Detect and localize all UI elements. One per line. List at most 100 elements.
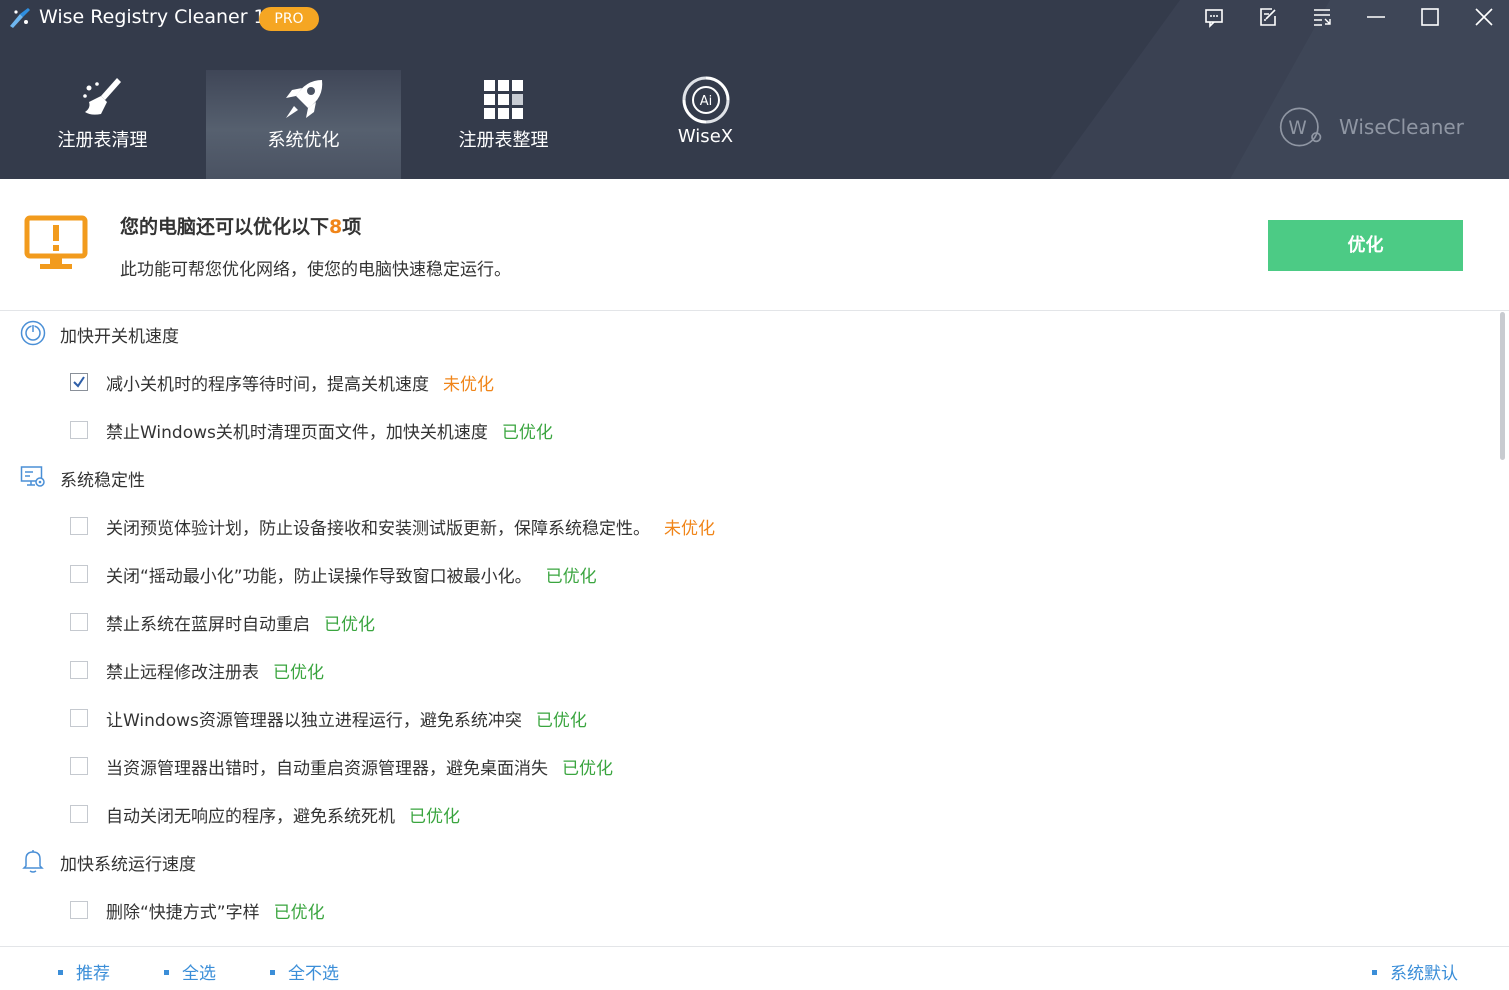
item-status: 已优化 <box>273 663 324 683</box>
item-label: 禁止系统在蓝屏时自动重启 已优化 <box>106 610 375 635</box>
monitor-warning-icon <box>24 215 88 269</box>
list-item: 减小关机时的程序等待时间，提高关机速度 未优化 <box>0 360 1497 404</box>
item-checkbox[interactable] <box>70 517 88 535</box>
group-header-startup: 加快开关机速度 <box>0 312 1497 356</box>
maximize-icon <box>1421 8 1439 26</box>
item-status: 未优化 <box>443 375 494 395</box>
item-label: 自动关闭无响应的程序，避免系统死机 已优化 <box>106 802 460 827</box>
bullet-icon <box>58 969 63 975</box>
select-none-link[interactable]: 全不选 <box>270 959 339 984</box>
system-default-link[interactable]: 系统默认 <box>1372 959 1458 984</box>
feedback-icon <box>1205 9 1223 28</box>
menu-icon <box>1314 9 1331 26</box>
item-label: 当资源管理器出错时，自动重启资源管理器，避免桌面消失 已优化 <box>106 754 613 779</box>
monitor-settings-icon <box>20 466 45 487</box>
list-item: 禁止Windows关机时清理页面文件，加快关机速度 已优化 <box>0 408 1497 452</box>
item-text: 禁止Windows关机时清理页面文件，加快关机速度 <box>106 423 488 443</box>
bullet-icon <box>164 969 169 975</box>
item-text: 减小关机时的程序等待时间，提高关机速度 <box>106 375 429 395</box>
optimization-summary: 您的电脑还可以优化以下8项 此功能可帮您优化网络，使您的电脑快速稳定运行。 优化 <box>0 179 1509 311</box>
list-item: 关闭预览体验计划，防止设备接收和安装测试版更新，保障系统稳定性。 未优化 <box>0 504 1497 548</box>
item-checkbox[interactable] <box>70 421 88 439</box>
item-label: 禁止Windows关机时清理页面文件，加快关机速度 已优化 <box>106 418 553 443</box>
item-checkbox[interactable] <box>70 709 88 727</box>
app-header: Wise Registry Cleaner 11 PRO 注册表清理 系统优化 … <box>0 0 1509 179</box>
checkmark-icon <box>73 376 85 388</box>
item-text: 关闭“摇动最小化”功能，防止误操作导致窗口被最小化。 <box>106 567 532 587</box>
list-item: 让Windows资源管理器以独立进程运行，避免系统冲突 已优化 <box>0 696 1497 740</box>
list-scrollbar[interactable] <box>1497 312 1509 946</box>
select-all-link[interactable]: 全选 <box>164 959 216 984</box>
rocket-icon <box>285 80 322 118</box>
feedback-button[interactable] <box>1198 2 1230 32</box>
item-status: 已优化 <box>324 615 375 635</box>
item-status: 已优化 <box>273 903 325 923</box>
edit-icon <box>1260 8 1276 26</box>
ai-icon: Ai <box>682 76 729 124</box>
footer-bar: 推荐 全选 全不选 系统默认 <box>0 946 1509 990</box>
item-label: 让Windows资源管理器以独立进程运行，避免系统冲突 已优化 <box>106 706 587 731</box>
settings-menu-button[interactable] <box>1306 2 1338 32</box>
item-status: 已优化 <box>409 807 460 827</box>
group-label: 系统稳定性 <box>60 471 145 491</box>
close-icon <box>1475 8 1493 26</box>
tab-label: 注册表整理 <box>458 130 549 151</box>
status-title-prefix: 您的电脑还可以优化以下 <box>120 216 330 238</box>
minimize-button[interactable] <box>1360 2 1392 32</box>
maximize-button[interactable] <box>1414 2 1446 32</box>
item-checkbox[interactable] <box>70 613 88 631</box>
brand-letter: W <box>1288 118 1306 139</box>
item-checkbox[interactable] <box>70 757 88 775</box>
list-item: 关闭“摇动最小化”功能，防止误操作导致窗口被最小化。 已优化 <box>0 552 1497 596</box>
minimize-icon <box>1367 16 1385 18</box>
item-text: 关闭预览体验计划，防止设备接收和安装测试版更新，保障系统稳定性。 <box>106 519 650 539</box>
item-label: 删除“快捷方式”字样 已优化 <box>106 898 325 923</box>
tab-system-optimize[interactable]: 系统优化 <box>206 70 401 179</box>
item-label: 减小关机时的程序等待时间，提高关机速度 未优化 <box>106 370 494 395</box>
wisecleaner-brand[interactable]: W WiseCleaner <box>1279 105 1479 149</box>
scrollbar-thumb[interactable] <box>1500 312 1505 460</box>
tab-wisex[interactable]: Ai WiseX <box>608 70 803 179</box>
svg-text:Ai: Ai <box>699 94 712 109</box>
list-item: 自动关闭无响应的程序，避免系统死机 已优化 <box>0 792 1497 836</box>
group-header-stability: 系统稳定性 <box>0 456 1497 500</box>
list-item: 禁止系统在蓝屏时自动重启 已优化 <box>0 600 1497 644</box>
tab-registry-cleaner[interactable]: 注册表清理 <box>5 70 200 179</box>
item-checkbox[interactable] <box>70 805 88 823</box>
item-text: 让Windows资源管理器以独立进程运行，避免系统冲突 <box>106 711 522 731</box>
tab-label: 系统优化 <box>267 130 340 151</box>
item-label: 禁止远程修改注册表 已优化 <box>106 658 324 683</box>
edit-button[interactable] <box>1252 2 1284 32</box>
status-subtitle: 此功能可帮您优化网络，使您的电脑快速稳定运行。 <box>120 260 511 280</box>
item-checkbox[interactable] <box>70 565 88 583</box>
list-item: 当资源管理器出错时，自动重启资源管理器，避免桌面消失 已优化 <box>0 744 1497 788</box>
item-checkbox[interactable] <box>70 373 88 391</box>
item-label: 关闭“摇动最小化”功能，防止误操作导致窗口被最小化。 已优化 <box>106 562 597 587</box>
item-text: 删除“快捷方式”字样 <box>106 903 260 923</box>
group-label: 加快开关机速度 <box>60 327 179 347</box>
title-bar[interactable]: Wise Registry Cleaner 11 PRO <box>0 0 1509 38</box>
item-checkbox[interactable] <box>70 661 88 679</box>
item-text: 禁止远程修改注册表 <box>106 663 259 683</box>
item-status: 已优化 <box>535 711 587 731</box>
recommend-link[interactable]: 推荐 <box>58 959 110 984</box>
group-label: 加快系统运行速度 <box>60 855 196 875</box>
group-header-speed: 加快系统运行速度 <box>0 840 1497 884</box>
item-text: 禁止系统在蓝屏时自动重启 <box>106 615 310 635</box>
item-status: 已优化 <box>545 567 597 587</box>
pro-badge: PRO <box>259 7 319 31</box>
item-checkbox[interactable] <box>70 901 88 919</box>
bell-icon <box>22 850 44 873</box>
list-item: 删除“快捷方式”字样 已优化 <box>0 888 1497 932</box>
system-default-label: 系统默认 <box>1390 964 1458 984</box>
recommend-label: 推荐 <box>76 964 110 984</box>
close-button[interactable] <box>1468 2 1500 32</box>
optimize-button[interactable]: 优化 <box>1268 220 1463 271</box>
optimization-list: 加快开关机速度 减小关机时的程序等待时间，提高关机速度 未优化 禁止Windows… <box>0 312 1497 946</box>
item-status: 已优化 <box>562 759 613 779</box>
bullet-icon <box>270 969 275 975</box>
item-status: 已优化 <box>501 423 553 443</box>
tab-label: 注册表清理 <box>57 130 148 151</box>
item-text: 自动关闭无响应的程序，避免系统死机 <box>106 807 395 827</box>
tab-registry-defrag[interactable]: 注册表整理 <box>406 70 601 179</box>
